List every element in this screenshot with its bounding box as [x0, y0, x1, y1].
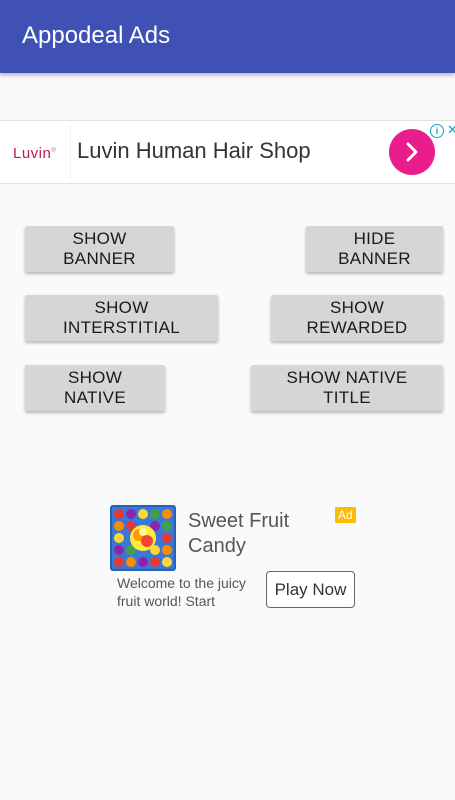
close-icon[interactable]: ✕: [447, 123, 455, 137]
info-icon[interactable]: i: [430, 124, 444, 138]
native-ad-cta-button[interactable]: Play Now: [266, 571, 355, 608]
show-native-button[interactable]: SHOW NATIVE: [25, 365, 165, 411]
fruit-game-icon: [110, 505, 176, 571]
banner-logo: Luvin®: [13, 145, 57, 162]
native-ad-app-icon[interactable]: [110, 505, 176, 571]
ad-badge: Ad: [335, 507, 356, 523]
chevron-right-icon: [406, 142, 418, 162]
banner-headline[interactable]: Luvin Human Hair Shop: [77, 138, 311, 164]
hide-banner-button[interactable]: HIDE BANNER: [306, 226, 443, 272]
show-banner-button[interactable]: SHOW BANNER: [25, 226, 174, 272]
native-ad-description: Welcome to the juicy fruit world! Start: [117, 575, 246, 609]
banner-logo-box: Luvin®: [6, 125, 71, 179]
show-interstitial-button[interactable]: SHOW INTERSTITIAL: [25, 295, 218, 341]
banner-ad[interactable]: Luvin® Luvin Human Hair Shop i ✕: [0, 120, 455, 184]
app-title: Appodeal Ads: [22, 22, 171, 49]
show-rewarded-button[interactable]: SHOW REWARDED: [271, 295, 443, 341]
banner-logo-text: Luvin: [13, 145, 52, 162]
show-native-title-button[interactable]: SHOW NATIVE TITLE: [251, 365, 443, 411]
app-bar: Appodeal Ads: [0, 0, 455, 73]
banner-open-button[interactable]: [389, 129, 435, 175]
native-ad-title[interactable]: Sweet Fruit Candy: [188, 509, 318, 559]
